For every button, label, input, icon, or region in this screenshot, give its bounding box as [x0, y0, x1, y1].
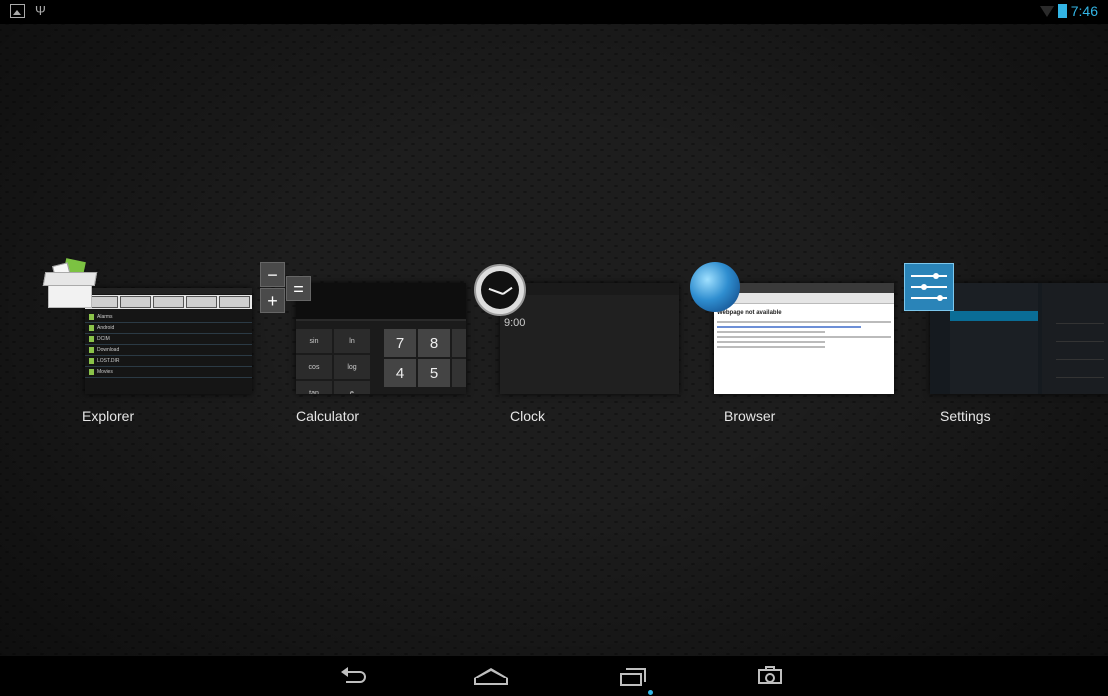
clock-thumb-time: 9:00: [504, 317, 526, 329]
fn-key: tan: [296, 381, 332, 394]
fn-key: e: [334, 381, 370, 394]
clock-thumbnail[interactable]: 9:00: [500, 283, 679, 394]
app-label-explorer: Explorer: [82, 408, 135, 424]
browser-thumbnail[interactable]: Webpage not available: [714, 283, 894, 394]
home-icon[interactable]: [474, 666, 508, 686]
wifi-icon: [1039, 5, 1054, 17]
fn-key: log: [334, 355, 370, 379]
calculator-thumb-display: [296, 283, 466, 321]
explorer-thumbnail[interactable]: Alarms Android DCIM Download LOST.DIR Mo…: [85, 288, 252, 394]
status-left-icons: Ψ: [10, 4, 46, 18]
status-bar: Ψ 7:46: [0, 0, 1108, 24]
calculator-thumb-fn-keys: sin ln cos log tan e: [296, 329, 370, 394]
globe-icon: [690, 262, 740, 312]
num-key: [452, 359, 466, 387]
usb-icon: Ψ: [35, 3, 46, 18]
list-item: Alarms: [85, 312, 252, 323]
calculator-thumb-num-keys: 7 8 4 5: [384, 329, 466, 387]
list-item: DCIM: [85, 334, 252, 345]
status-right-icons: 7:46: [1039, 3, 1098, 19]
clock-icon: [474, 264, 526, 316]
explorer-thumb-header: [85, 288, 252, 294]
fn-key: cos: [296, 355, 332, 379]
navigation-bar: [0, 656, 1108, 696]
screenshot-icon[interactable]: [758, 666, 782, 684]
app-label-browser: Browser: [724, 408, 776, 424]
calculator-icon: − = +: [260, 262, 311, 314]
explorer-thumb-toolbar: [85, 295, 252, 309]
fn-key: ln: [334, 329, 370, 353]
num-key: 4: [384, 359, 416, 387]
explorer-thumb-list: Alarms Android DCIM Download LOST.DIR Mo…: [85, 312, 252, 378]
recent-apps-icon[interactable]: [618, 666, 648, 688]
num-key: 7: [384, 329, 416, 357]
fn-key: sin: [296, 329, 332, 353]
back-icon[interactable]: [338, 666, 368, 686]
app-label-settings: Settings: [940, 408, 991, 424]
num-key: [452, 329, 466, 357]
settings-sliders-icon: [904, 263, 954, 311]
list-item: Download: [85, 345, 252, 356]
list-item: LOST.DIR: [85, 356, 252, 367]
settings-thumbnail[interactable]: [930, 283, 1108, 394]
app-label-clock: Clock: [510, 408, 546, 424]
calculator-thumbnail[interactable]: sin ln cos log tan e 7 8 4 5: [296, 283, 466, 394]
recent-apps-active-indicator: [648, 690, 653, 695]
list-item: Android: [85, 323, 252, 334]
num-key: 8: [418, 329, 450, 357]
battery-icon: [1057, 4, 1067, 18]
image-icon: [10, 4, 25, 18]
explorer-box-icon: [42, 258, 98, 310]
list-item: Movies: [85, 367, 252, 378]
browser-thumb-title: Webpage not available: [717, 310, 782, 316]
num-key: 5: [418, 359, 450, 387]
status-time: 7:46: [1070, 3, 1098, 19]
app-label-calculator: Calculator: [296, 408, 360, 424]
